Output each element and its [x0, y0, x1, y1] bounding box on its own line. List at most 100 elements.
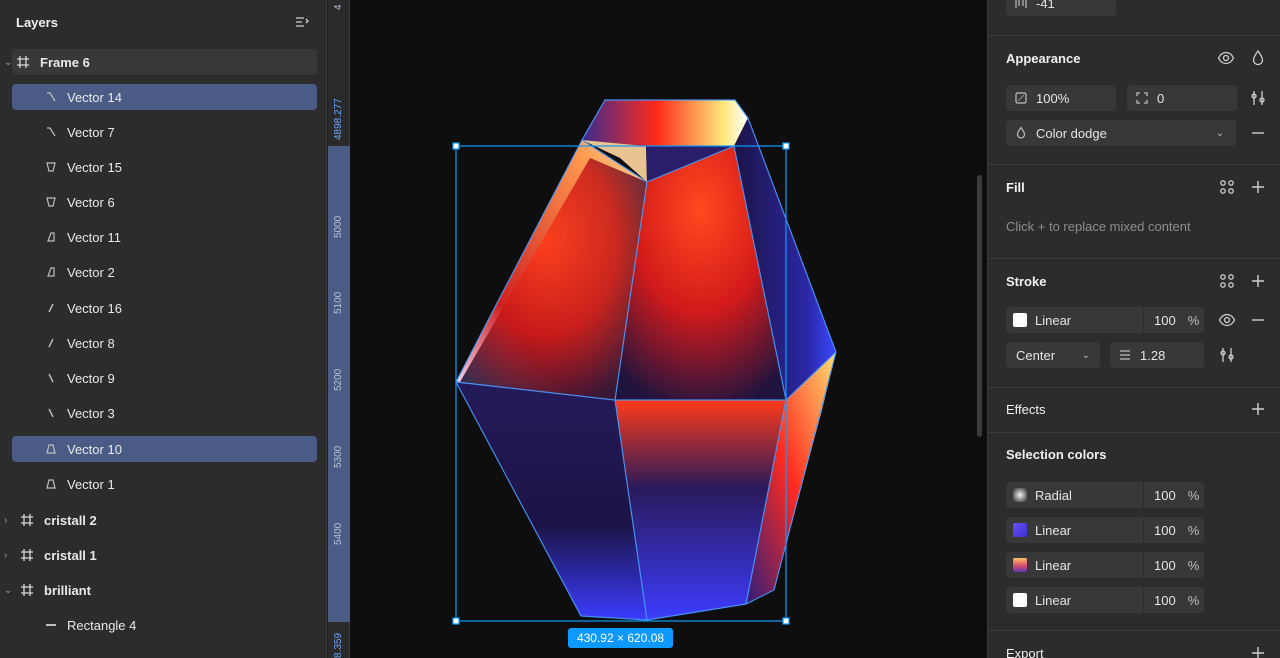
- layer-frame-brilliant[interactable]: ⌄ brilliant: [0, 577, 91, 603]
- vector-icon: [47, 267, 55, 277]
- stroke-align-value: Center: [1016, 347, 1056, 363]
- layer-vector-3[interactable]: Vector 3: [0, 400, 115, 426]
- chevron-down-icon[interactable]: ⌄: [4, 585, 12, 596]
- layer-label: Vector 1: [67, 476, 115, 492]
- layer-vector-11[interactable]: Vector 11: [0, 224, 121, 250]
- layer-vector-2[interactable]: Vector 2: [0, 259, 115, 285]
- ruler-label: 5200: [333, 368, 344, 391]
- adjust-icon[interactable]: [1218, 346, 1236, 364]
- layer-frame-cristall-2[interactable]: › cristall 2: [0, 507, 97, 533]
- vector-icon: [46, 444, 56, 454]
- chevron-right-icon[interactable]: ›: [4, 515, 12, 526]
- plus-icon[interactable]: [1249, 272, 1267, 290]
- selection-color-label: Radial: [1035, 487, 1072, 503]
- opacity-field[interactable]: 100%: [1006, 85, 1116, 111]
- layer-label: Vector 2: [67, 264, 115, 280]
- percent-sign: %: [1187, 592, 1200, 608]
- selection-color-opacity[interactable]: 100 %: [1144, 517, 1204, 543]
- layer-label: Vector 8: [67, 335, 115, 351]
- selection-color-linear-2[interactable]: Linear: [1006, 552, 1143, 578]
- layer-label: Vector 14: [67, 89, 122, 105]
- dimensions-badge: 430.92 × 620.08: [568, 628, 673, 648]
- color-swatch[interactable]: [1013, 593, 1027, 607]
- resize-handle[interactable]: [452, 617, 460, 625]
- stroke-swatch[interactable]: [1013, 313, 1027, 327]
- selection-color-opacity[interactable]: 100 %: [1144, 587, 1204, 613]
- corner-radius-icon: [1136, 92, 1148, 104]
- layer-label: Rectangle 4: [67, 617, 137, 633]
- collapse-layers-icon[interactable]: [294, 14, 310, 30]
- layer-label: Vector 15: [67, 159, 122, 175]
- layer-frame-6[interactable]: ⌄ Frame 6: [4, 49, 317, 75]
- canvas-scrollbar[interactable]: [977, 175, 982, 437]
- design-canvas[interactable]: 430.92 × 620.08: [350, 0, 987, 658]
- layer-vector-16[interactable]: Vector 16: [0, 295, 122, 321]
- layer-vector-6[interactable]: Vector 6: [0, 189, 115, 215]
- plus-icon[interactable]: [1249, 400, 1267, 418]
- selection-color-linear-1[interactable]: Linear: [1006, 517, 1143, 543]
- stroke-paint-field[interactable]: Linear: [1006, 307, 1143, 333]
- crystal-artwork[interactable]: [350, 0, 987, 658]
- selection-color-radial[interactable]: Radial: [1006, 482, 1143, 508]
- selection-color-label: Linear: [1035, 522, 1072, 538]
- color-swatch[interactable]: [1013, 558, 1027, 572]
- layers-header: Layers: [0, 0, 326, 44]
- eye-icon[interactable]: [1218, 311, 1236, 329]
- resize-handle[interactable]: [782, 142, 790, 150]
- layer-label: brilliant: [44, 582, 91, 598]
- chevron-down-icon[interactable]: ⌄: [4, 57, 12, 68]
- vector-icon: [48, 373, 54, 383]
- resize-handle[interactable]: [452, 142, 460, 150]
- ruler-label: 5000: [333, 215, 344, 238]
- selection-color-label: Linear: [1035, 557, 1072, 573]
- layer-vector-7[interactable]: Vector 7: [0, 119, 115, 145]
- layer-label: Frame 6: [40, 54, 90, 70]
- plus-icon[interactable]: [1249, 178, 1267, 196]
- vector-icon: [46, 162, 56, 172]
- ruler-label: 4: [333, 4, 344, 10]
- minus-icon[interactable]: [1249, 124, 1267, 142]
- minus-icon[interactable]: [1249, 311, 1267, 329]
- layer-label: Vector 9: [67, 370, 115, 386]
- plus-icon[interactable]: [1249, 644, 1267, 658]
- selection-color-opacity[interactable]: 100 %: [1144, 482, 1204, 508]
- spacing-field[interactable]: -41: [1006, 0, 1116, 16]
- layer-label: Vector 11: [67, 229, 121, 245]
- styles-grid-icon[interactable]: [1218, 272, 1236, 290]
- opacity-value: 100: [1154, 522, 1176, 538]
- eye-icon[interactable]: [1217, 49, 1235, 67]
- layer-frame-cristall-1[interactable]: › cristall 1: [0, 542, 97, 568]
- stroke-opacity-field[interactable]: 100 %: [1144, 307, 1204, 333]
- appearance-section: Appearance 100% 0 Color dodge ⌄: [988, 35, 1280, 164]
- frame-icon: [21, 584, 33, 596]
- opacity-value: 100: [1154, 592, 1176, 608]
- adjust-icon[interactable]: [1249, 89, 1267, 107]
- layer-vector-1[interactable]: Vector 1: [0, 471, 115, 497]
- percent-sign: %: [1187, 487, 1200, 503]
- blend-mode-select[interactable]: Color dodge ⌄: [1006, 120, 1236, 146]
- selection-color-label: Linear: [1035, 592, 1072, 608]
- percent-sign: %: [1187, 312, 1200, 328]
- chevron-right-icon[interactable]: ›: [4, 550, 12, 561]
- stroke-align-select[interactable]: Center ⌄: [1006, 342, 1100, 368]
- layer-vector-15[interactable]: Vector 15: [0, 154, 122, 180]
- styles-grid-icon[interactable]: [1218, 178, 1236, 196]
- vector-icon: [46, 479, 56, 489]
- layer-vector-10[interactable]: Vector 10: [12, 436, 317, 462]
- drop-icon[interactable]: [1249, 49, 1267, 67]
- spacing-icon: [1015, 0, 1027, 8]
- selection-color-linear-3[interactable]: Linear: [1006, 587, 1143, 613]
- layer-vector-9[interactable]: Vector 9: [0, 365, 115, 391]
- chevron-down-icon: ⌄: [1215, 127, 1224, 139]
- color-swatch[interactable]: [1013, 488, 1027, 502]
- selection-color-opacity[interactable]: 100 %: [1144, 552, 1204, 578]
- layer-rectangle-4[interactable]: Rectangle 4: [0, 612, 136, 638]
- layer-label: Vector 3: [67, 405, 115, 421]
- corner-radius-field[interactable]: 0: [1127, 85, 1237, 111]
- layer-vector-8[interactable]: Vector 8: [0, 330, 115, 356]
- layer-vector-14[interactable]: Vector 14: [12, 84, 317, 110]
- stroke-weight-field[interactable]: 1.28: [1110, 342, 1204, 368]
- vector-icon: [46, 197, 56, 207]
- resize-handle[interactable]: [782, 617, 790, 625]
- color-swatch[interactable]: [1013, 523, 1027, 537]
